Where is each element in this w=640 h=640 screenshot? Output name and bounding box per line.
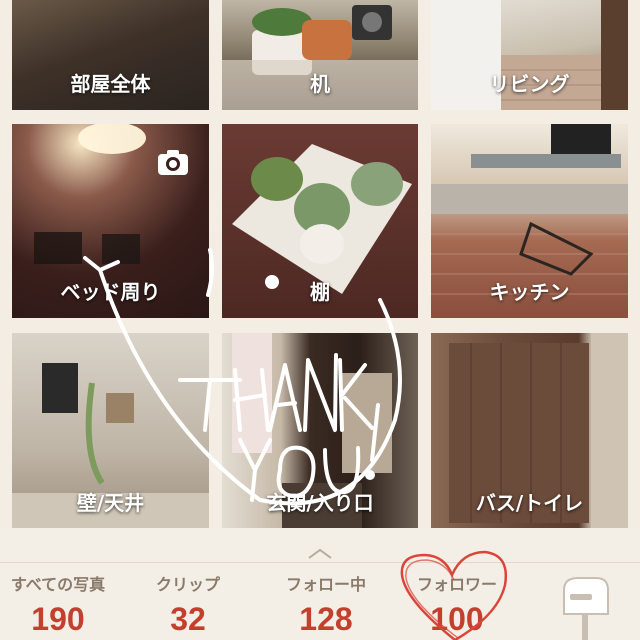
category-label: 玄関/入り口 <box>266 491 374 515</box>
category-photo-grid: 部屋全体 机 リビング ベッド周り 棚 キッチン 壁/天井 玄関/入り口 バス/… <box>0 0 640 528</box>
stat-all-photos[interactable]: すべての写真 190 <box>0 563 116 640</box>
category-tile-kitchen[interactable]: キッチン <box>431 124 628 318</box>
stat-following[interactable]: フォロー中 128 <box>262 563 390 640</box>
mailbox-icon[interactable] <box>556 574 612 640</box>
stat-value: 128 <box>299 601 353 637</box>
category-label: リビング <box>489 72 570 96</box>
category-tile-desk[interactable]: 机 <box>222 0 418 110</box>
category-tile-entrance[interactable]: 玄関/入り口 <box>222 333 418 528</box>
stat-label: フォロー中 <box>285 575 366 594</box>
category-tile-bath-toilet[interactable]: バス/トイレ <box>431 333 628 528</box>
stat-label: フォロワー <box>416 575 497 594</box>
category-tile-wall-ceiling[interactable]: 壁/天井 <box>12 333 209 528</box>
camera-icon[interactable] <box>157 148 189 176</box>
profile-stats-bar: すべての写真 190 クリップ 32 フォロー中 128 フォロワー 100 <box>0 562 640 640</box>
category-label: バス/トイレ <box>475 491 584 515</box>
stat-value: 32 <box>170 601 206 637</box>
category-label: 壁/天井 <box>76 491 145 515</box>
category-tile-shelf[interactable]: 棚 <box>222 124 418 318</box>
stat-clips[interactable]: クリップ 32 <box>130 563 246 640</box>
stat-label: すべての写真 <box>10 575 106 594</box>
chevron-up-icon <box>308 548 332 559</box>
category-tile-room-overall[interactable]: 部屋全体 <box>12 0 209 110</box>
stat-followers[interactable]: フォロワー 100 <box>398 563 516 640</box>
stat-value: 190 <box>31 601 85 637</box>
category-label: ベッド周り <box>60 280 161 304</box>
category-label: キッチン <box>489 280 570 304</box>
category-tile-bed-area[interactable]: ベッド周り <box>12 124 209 318</box>
stat-value: 100 <box>430 601 484 637</box>
category-label: 部屋全体 <box>70 72 151 96</box>
category-tile-living[interactable]: リビング <box>431 0 628 110</box>
category-label: 机 <box>310 72 330 96</box>
category-label: 棚 <box>310 280 330 304</box>
stat-label: クリップ <box>155 575 220 594</box>
